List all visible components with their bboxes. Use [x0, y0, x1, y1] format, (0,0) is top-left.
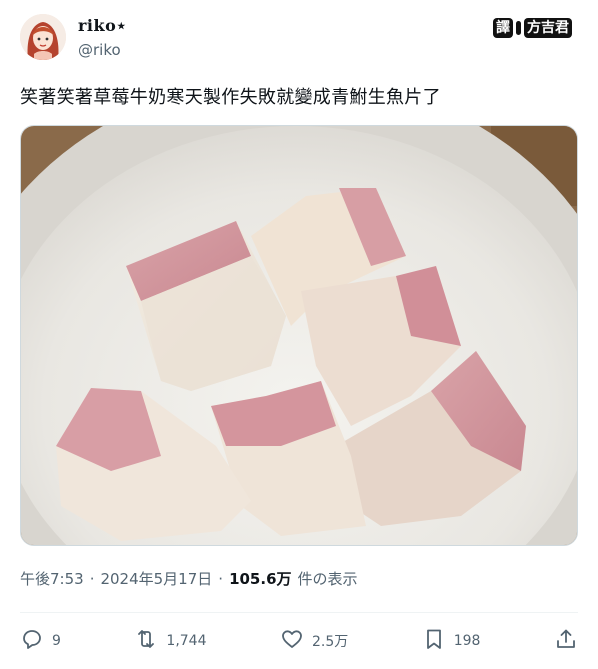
avatar[interactable]: [20, 14, 66, 60]
reply-button[interactable]: 9: [20, 627, 61, 655]
display-name[interactable]: riko⋆: [78, 16, 127, 35]
tweet-date[interactable]: 2024年5月17日: [100, 568, 212, 589]
divider: [20, 612, 578, 613]
watermark-left: 譯: [493, 18, 513, 38]
reply-count: 9: [52, 633, 61, 649]
share-button[interactable]: [554, 627, 578, 655]
like-count: 2.5万: [311, 634, 349, 650]
meta-separator: ·: [218, 569, 224, 588]
watermark-right: 方吉君: [524, 18, 572, 38]
meta-separator: ·: [89, 569, 95, 588]
reply-icon: [20, 627, 44, 655]
retweet-icon: [134, 627, 158, 655]
bookmark-count: 198: [453, 633, 481, 649]
views-label: 件の表示: [297, 570, 358, 588]
tweet-time[interactable]: 午後7:53: [20, 568, 84, 589]
watermark: 譯 方吉君: [493, 18, 572, 38]
avatar-illustration: [20, 14, 66, 60]
photo-illustration: [21, 126, 577, 545]
like-icon: [280, 627, 304, 655]
like-button[interactable]: 2.5万: [280, 627, 348, 655]
bookmark-button[interactable]: 198: [422, 627, 481, 655]
bookmark-icon: [422, 627, 446, 655]
retweet-button[interactable]: 1,744: [134, 627, 207, 655]
watermark-separator: [516, 21, 521, 35]
share-icon: [554, 627, 578, 655]
views-count: 105.6万: [229, 570, 292, 588]
retweet-count: 1,744: [166, 633, 207, 649]
action-bar: 9 1,744 2.5万 198: [20, 626, 578, 656]
tweet-text: 笑著笑著草莓牛奶寒天製作失敗就變成青鮒生魚片了: [20, 87, 441, 108]
user-handle[interactable]: @riko: [78, 41, 121, 59]
tweet-meta: 午後7:53 · 2024年5月17日 · 105.6万 件の表示: [20, 568, 358, 589]
tweet-photo[interactable]: [20, 125, 578, 546]
